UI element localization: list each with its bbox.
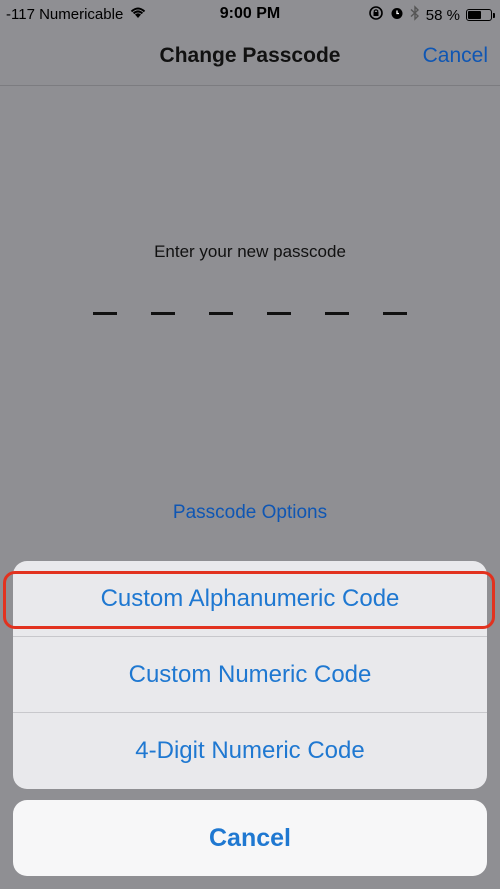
option-custom-numeric-code[interactable]: Custom Numeric Code bbox=[13, 637, 487, 713]
highlight-annotation bbox=[3, 571, 495, 629]
status-bar: -117 Numericable 9:00 PM 58 % bbox=[0, 0, 500, 30]
passcode-digit-dash bbox=[267, 312, 291, 315]
passcode-digit-dash bbox=[93, 312, 117, 315]
status-right: 58 % bbox=[368, 5, 495, 25]
battery-percent: 58 % bbox=[425, 6, 460, 24]
action-sheet-cancel-button[interactable]: Cancel bbox=[13, 800, 487, 876]
nav-bar: Change Passcode Cancel bbox=[0, 30, 500, 86]
nav-cancel-button[interactable]: Cancel bbox=[423, 44, 488, 68]
passcode-options-link[interactable]: Passcode Options bbox=[0, 502, 500, 524]
passcode-digit-dash bbox=[325, 312, 349, 315]
rotation-lock-icon bbox=[368, 5, 384, 25]
battery-fill bbox=[468, 11, 481, 19]
passcode-digit-dash bbox=[151, 312, 175, 315]
option-4-digit-numeric-code[interactable]: 4-Digit Numeric Code bbox=[13, 713, 487, 789]
bluetooth-icon bbox=[410, 5, 420, 25]
passcode-digit-dash bbox=[383, 312, 407, 315]
passcode-digit-placeholders bbox=[93, 312, 407, 316]
alarm-icon bbox=[390, 6, 404, 24]
passcode-digit-dash bbox=[209, 312, 233, 315]
battery-icon bbox=[466, 9, 495, 21]
passcode-prompt: Enter your new passcode bbox=[154, 242, 346, 261]
